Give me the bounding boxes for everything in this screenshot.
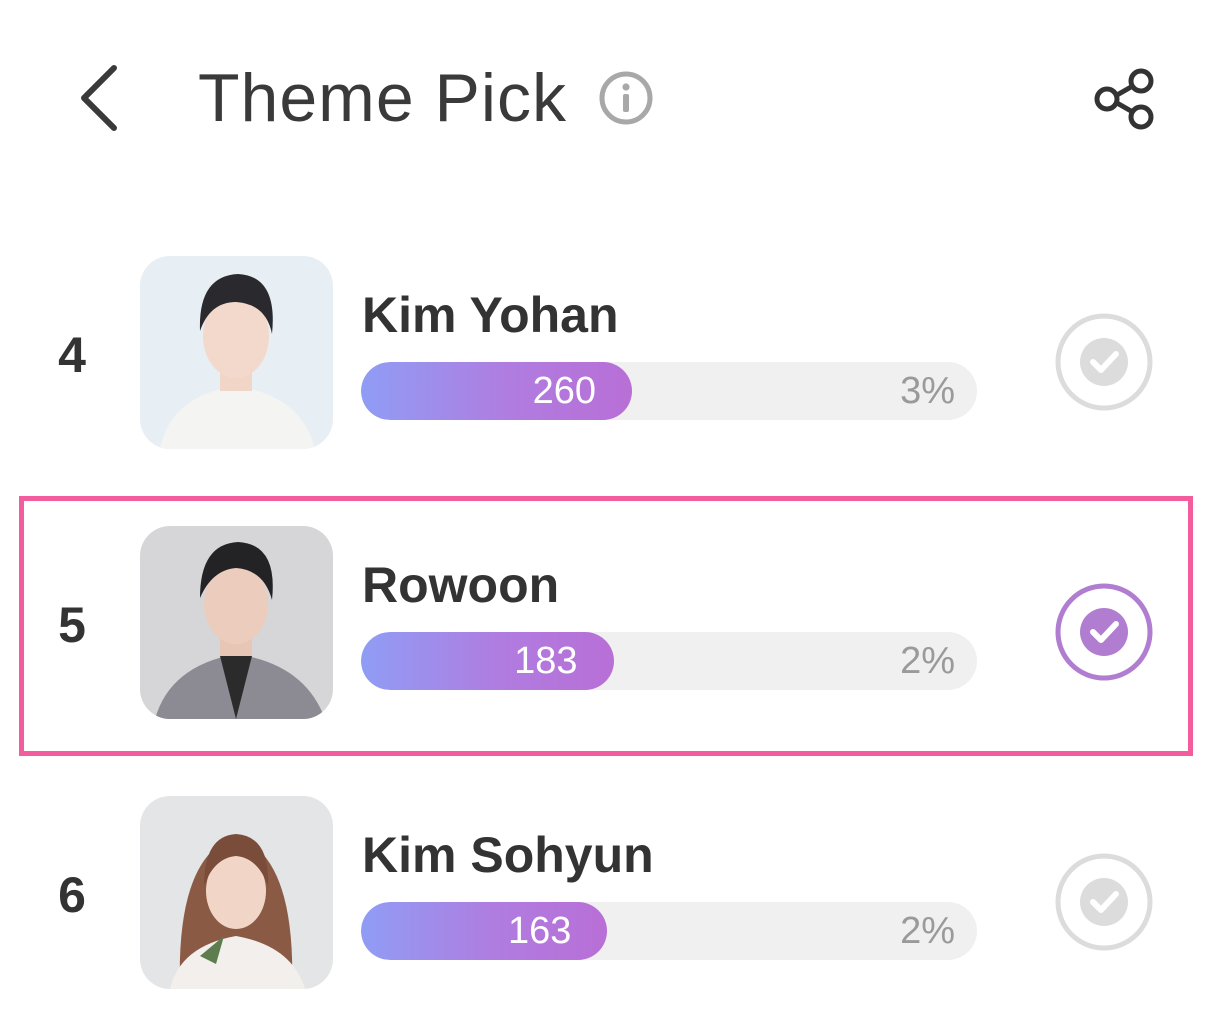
candidate-name: Kim Sohyun — [362, 827, 654, 883]
vote-bar-fill: 163 — [361, 902, 608, 960]
rank-number: 5 — [58, 597, 86, 653]
vote-percent: 2% — [900, 640, 955, 682]
avatar — [140, 796, 333, 989]
vote-bar-fill: 183 — [361, 632, 614, 690]
check-circle-icon — [1055, 853, 1153, 951]
share-button[interactable] — [1090, 64, 1160, 134]
vote-count: 163 — [507, 910, 572, 952]
chevron-left-icon — [81, 65, 117, 131]
vote-button[interactable] — [1054, 312, 1154, 412]
candidate-name: Rowoon — [362, 557, 560, 613]
vote-percent: 2% — [900, 910, 955, 952]
rank-number: 6 — [58, 867, 86, 923]
list-item[interactable]: 5 Rowoon 183 2% — [0, 516, 1216, 736]
list-item[interactable]: 4 Kim Yohan 260 3% — [0, 246, 1216, 466]
check-circle-icon — [1055, 313, 1153, 411]
vote-bar: 260 3% — [361, 362, 977, 420]
candidate-name: Kim Yohan — [362, 287, 619, 343]
vote-count: 260 — [532, 370, 597, 412]
info-icon[interactable] — [598, 70, 654, 126]
share-icon — [1094, 68, 1154, 130]
avatar — [140, 256, 333, 449]
vote-bar-fill: 260 — [361, 362, 633, 420]
vote-bar: 183 2% — [361, 632, 977, 690]
vote-count: 183 — [514, 640, 578, 682]
vote-bar: 163 2% — [361, 902, 977, 960]
header-bar: Theme Pick — [0, 0, 1216, 200]
vote-button-selected[interactable] — [1054, 582, 1154, 682]
back-button[interactable] — [70, 60, 130, 136]
avatar — [140, 526, 333, 719]
rank-number: 4 — [58, 327, 86, 383]
check-circle-icon — [1055, 583, 1153, 681]
page-title: Theme Pick — [198, 60, 567, 136]
list-item[interactable]: 6 Kim Sohyun 163 2% — [0, 786, 1216, 1006]
vote-percent: 3% — [900, 370, 955, 412]
vote-button[interactable] — [1054, 852, 1154, 952]
